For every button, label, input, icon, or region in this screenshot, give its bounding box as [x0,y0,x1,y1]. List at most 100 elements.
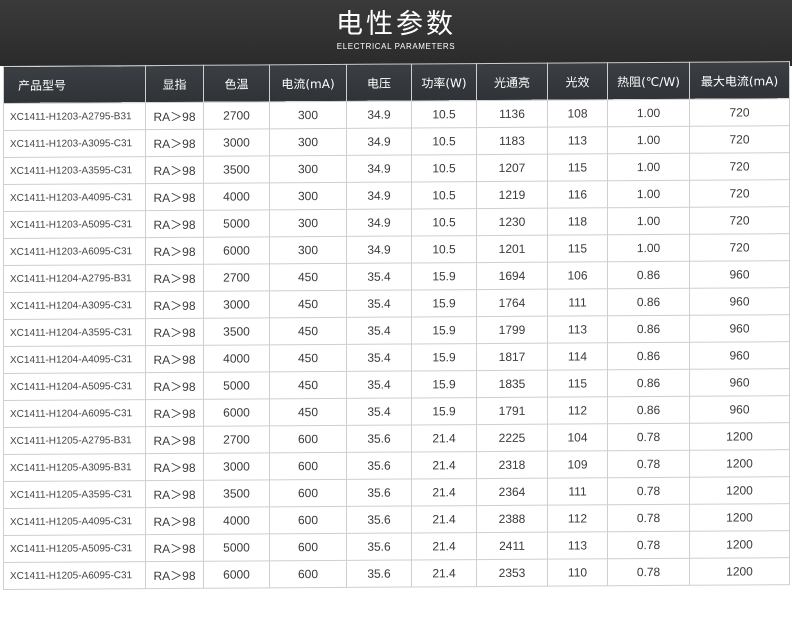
cell-flux: 1183 [476,127,548,155]
cell-model: XC1411-H1203-A3095-C31 [3,129,146,158]
cell-cct: 6000 [203,398,270,427]
table-body: XC1411-H1203-A2795-B31 RA＞98 2700 300 34.9 10… [3,98,790,590]
cell-power: 10.5 [411,208,477,236]
cell-cct: 3500 [203,317,270,346]
cell-voltage: 35.6 [346,532,412,561]
cell-voltage: 35.4 [346,316,412,345]
cell-power: 10.5 [411,181,477,209]
cell-flux: 1207 [476,154,548,182]
cell-current: 300 [269,182,347,210]
cell-cri: RA＞98 [145,318,204,346]
cell-power: 21.4 [411,505,477,533]
cell-voltage: 34.9 [346,127,412,156]
cell-model: XC1411-H1204-A3095-C31 [3,291,146,320]
cell-cri: RA＞98 [145,561,204,589]
cell-power: 21.4 [411,559,477,587]
cell-model: XC1411-H1205-A3595-C31 [3,480,146,509]
cell-power: 15.9 [411,370,477,398]
parameters-table: 产品型号 显指 色温 电流(mA) 电压 功率(W) 光通亮 光效 热阻(℃/W… [3,61,790,590]
cell-cri: RA＞98 [145,507,204,535]
cell-power: 10.5 [411,235,477,263]
cell-current: 600 [269,560,347,588]
cell-cct: 3500 [203,155,270,184]
cell-max-current: 720 [689,206,790,235]
cell-voltage: 35.4 [346,397,412,426]
cell-cct: 5000 [203,209,270,238]
cell-flux: 1764 [476,289,548,317]
cell-efficacy: 106 [547,261,608,290]
cell-cri: RA＞98 [145,291,204,319]
cell-model: XC1411-H1205-A3095-B31 [3,453,146,482]
cell-cct: 4000 [203,182,270,211]
cell-efficacy: 109 [547,450,608,479]
cell-cct: 6000 [203,560,270,589]
cell-power: 21.4 [411,451,477,479]
cell-current: 600 [269,479,347,507]
cell-max-current: 1200 [689,422,790,451]
cell-efficacy: 111 [547,477,608,506]
cell-voltage: 34.9 [346,208,412,237]
cell-thermal-resistance: 1.00 [607,126,690,154]
cell-power: 15.9 [411,262,477,290]
table-header-row: 产品型号 显指 色温 电流(mA) 电压 功率(W) 光通亮 光效 热阻(℃/W… [3,61,790,104]
cell-efficacy: 111 [547,288,608,317]
cell-power: 21.4 [411,424,477,452]
cell-current: 300 [269,236,347,264]
cell-power: 10.5 [411,127,477,155]
column-header-voltage: 电压 [346,63,412,102]
cell-voltage: 34.9 [346,235,412,264]
cell-cri: RA＞98 [145,264,204,292]
column-header-max-current: 最大电流(mA) [689,61,790,100]
cell-flux: 2388 [476,505,548,533]
cell-current: 300 [269,155,347,183]
cell-current: 450 [269,290,347,318]
cell-efficacy: 115 [547,153,608,182]
column-header-flux: 光通亮 [476,63,548,101]
cell-flux: 2353 [476,559,548,587]
cell-cri: RA＞98 [145,534,204,562]
cell-power: 10.5 [411,100,477,128]
cell-current: 600 [269,452,347,480]
cell-flux: 2225 [476,424,548,452]
cell-thermal-resistance: 1.00 [607,180,690,208]
cell-flux: 1219 [476,181,548,209]
cell-max-current: 960 [689,395,790,424]
column-header-power: 功率(W) [411,63,477,101]
cell-efficacy: 115 [547,369,608,398]
cell-cct: 4000 [203,506,270,535]
cell-flux: 1835 [476,370,548,398]
parameters-table-container: 产品型号 显指 色温 电流(mA) 电压 功率(W) 光通亮 光效 热阻(℃/W… [0,61,792,590]
cell-current: 450 [269,263,347,291]
cell-voltage: 35.4 [346,370,412,399]
cell-efficacy: 108 [547,99,608,128]
page-title: 电性参数 [336,9,456,40]
column-header-cri: 显指 [145,65,204,103]
cell-power: 15.9 [411,316,477,344]
cell-efficacy: 114 [547,342,608,371]
cell-power: 15.9 [411,397,477,425]
cell-max-current: 720 [689,125,790,154]
cell-cri: RA＞98 [145,129,204,157]
cell-efficacy: 110 [547,558,608,587]
cell-power: 10.5 [411,154,477,182]
cell-model: XC1411-H1204-A5095-C31 [3,372,146,401]
cell-cct: 3500 [203,479,270,508]
cell-efficacy: 104 [547,423,608,452]
cell-cri: RA＞98 [145,480,204,508]
cell-power: 21.4 [411,532,477,560]
cell-cct: 4000 [203,344,270,373]
column-header-thermal-resistance: 热阻(℃/W) [607,62,690,100]
cell-flux: 1817 [476,343,548,371]
cell-cct: 3000 [203,290,270,319]
cell-cct: 2700 [203,425,270,454]
cell-max-current: 720 [689,152,790,181]
cell-efficacy: 113 [547,531,608,560]
cell-voltage: 35.6 [346,559,412,588]
title-banner: 电性参数 ELECTRICAL PARAMETERS [0,0,792,66]
cell-cri: RA＞98 [145,102,204,130]
cell-voltage: 34.9 [346,181,412,210]
cell-current: 450 [269,317,347,345]
cell-cri: RA＞98 [145,156,204,184]
cell-max-current: 1200 [689,557,790,586]
cell-thermal-resistance: 1.00 [607,207,690,235]
